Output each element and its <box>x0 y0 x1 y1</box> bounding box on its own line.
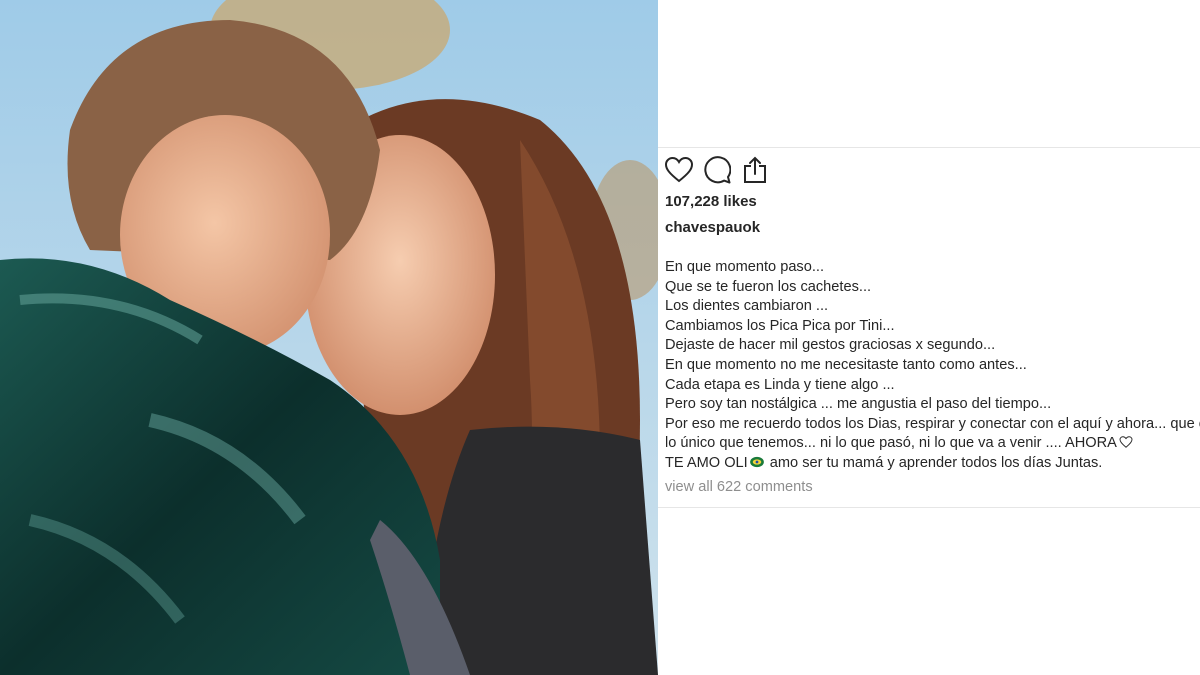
caption-line: Por eso me recuerdo todos los Dias, resp… <box>665 415 1200 432</box>
action-bar <box>664 154 770 186</box>
comment-icon <box>704 156 731 184</box>
caption-line-text: amo ser tu mamá y aprender todos los día… <box>765 454 1103 471</box>
likes-count[interactable]: 107,228 likes <box>665 193 757 210</box>
caption-line: Pero soy tan nostálgica ... me angustia … <box>665 396 1052 413</box>
caption-line-emoji: TE AMO OLI amo ser tu mamá y aprender to… <box>665 454 1200 474</box>
caption-text: En que momento paso... Que se te fueron … <box>665 258 1200 474</box>
share-button[interactable] <box>740 154 770 186</box>
caption-line: Que se te fueron los cachetes... <box>665 278 872 295</box>
caption-line-text: TE AMO OLI <box>665 454 748 471</box>
post-photo[interactable] <box>0 0 658 675</box>
caption-line: En que momento paso... <box>665 259 825 275</box>
divider-top <box>658 147 1200 148</box>
green-heart-emoji <box>749 456 764 468</box>
caption-line: Dejaste de hacer mil gestos graciosas x … <box>665 337 996 354</box>
share-icon <box>744 156 766 183</box>
username-link[interactable]: chavespauok <box>665 219 760 236</box>
white-heart-emoji <box>1119 436 1133 449</box>
caption-line-heart: lo único que tenemos... ni lo que pasó, … <box>665 434 1200 454</box>
caption-line-text: lo único que tenemos... ni lo que pasó, … <box>665 435 1117 452</box>
caption-line: Cada etapa es Linda y tiene algo ... <box>665 376 895 393</box>
view-all-comments-link[interactable]: view all 622 comments <box>665 479 813 495</box>
caption-line: Cambiamos los Pica Pica por Tini... <box>665 317 895 334</box>
divider-bottom <box>658 507 1200 508</box>
comment-button[interactable] <box>702 154 732 186</box>
like-button[interactable] <box>664 154 694 186</box>
heart-icon <box>665 157 693 183</box>
caption-line: Los dientes cambiaron ... <box>665 298 829 315</box>
caption-line: En que momento no me necesitaste tanto c… <box>665 356 1027 373</box>
post-details: 107,228 likes chavespauok En que momento… <box>658 0 1200 675</box>
photo-illustration <box>0 0 658 675</box>
